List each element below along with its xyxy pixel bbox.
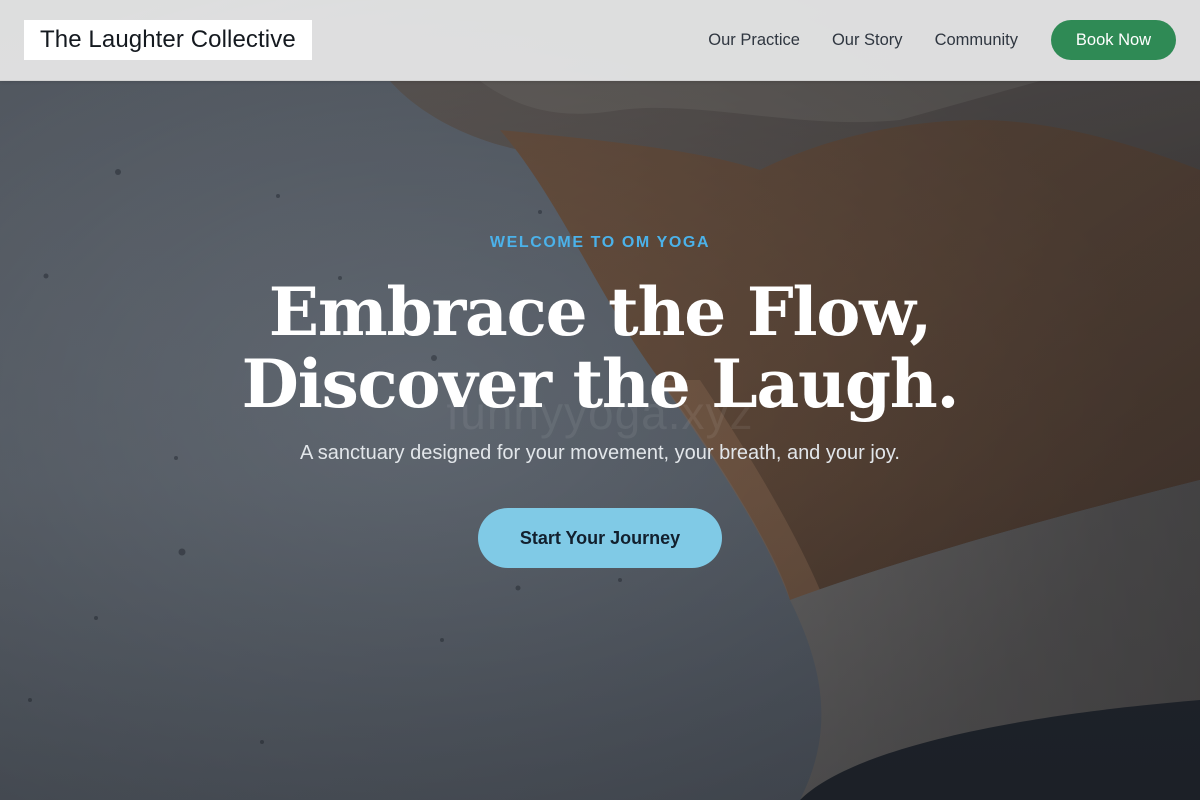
nav-link-our-practice[interactable]: Our Practice xyxy=(708,31,800,50)
hero-subheadline: A sanctuary designed for your movement, … xyxy=(300,442,900,464)
hero-headline: Embrace the Flow, Discover the Laugh. xyxy=(0,276,1200,420)
nav-link-our-story[interactable]: Our Story xyxy=(832,31,903,50)
main-nav: Our Practice Our Story Community Book No… xyxy=(708,20,1176,60)
start-journey-button[interactable]: Start Your Journey xyxy=(478,508,722,568)
page: The Laughter Collective Our Practice Our… xyxy=(0,0,1200,800)
site-logo[interactable]: The Laughter Collective xyxy=(24,20,312,60)
site-header: The Laughter Collective Our Practice Our… xyxy=(0,0,1200,81)
hero-headline-line-1: Embrace the Flow, xyxy=(268,273,933,351)
nav-link-community[interactable]: Community xyxy=(935,31,1018,50)
site-logo-text: The Laughter Collective xyxy=(40,26,296,53)
hero-headline-line-2: Discover the Laugh. xyxy=(241,345,960,423)
book-now-button[interactable]: Book Now xyxy=(1051,20,1176,60)
hero-section: WELCOME TO OM YOGA funnyyoga.xyz Embrace… xyxy=(0,0,1200,800)
hero-eyebrow: WELCOME TO OM YOGA xyxy=(489,234,711,251)
